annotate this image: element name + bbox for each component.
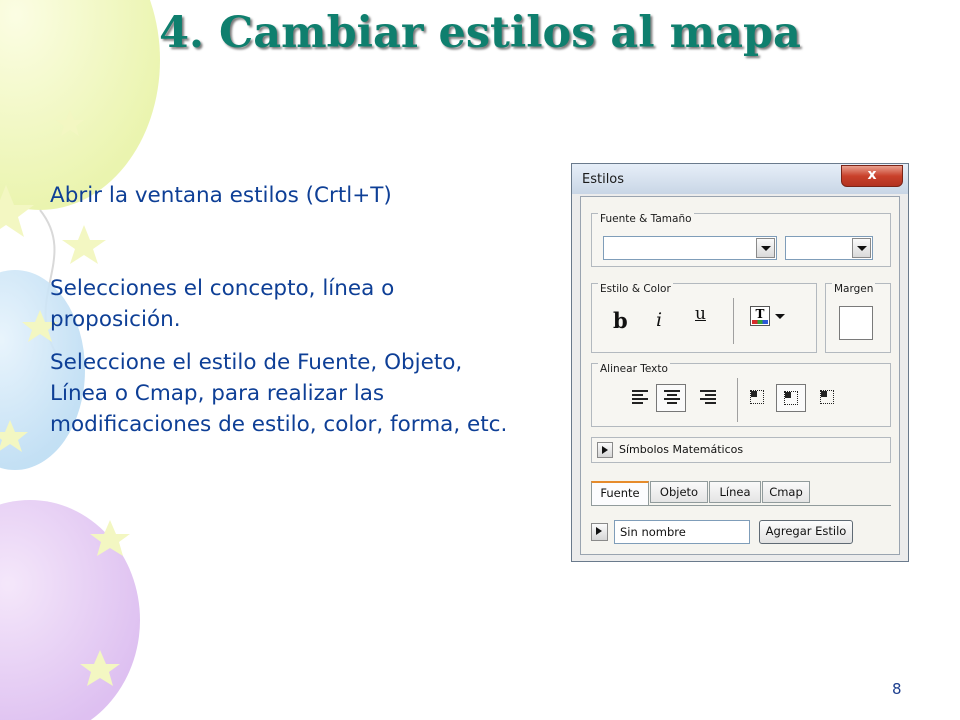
align-left-icon[interactable] bbox=[632, 390, 650, 406]
expand-icon[interactable] bbox=[597, 442, 613, 458]
bullet-list: Abrir la ventana estilos (Crtl+T) Selecc… bbox=[50, 180, 520, 440]
font-family-select[interactable] bbox=[603, 236, 777, 260]
font-size-select[interactable] bbox=[785, 236, 873, 260]
tab-linea[interactable]: Línea bbox=[709, 481, 761, 503]
page-title: 4. Cambiar estilos al mapa bbox=[159, 8, 801, 58]
tab-panel-border bbox=[591, 505, 891, 506]
margin-group-label: Margen bbox=[832, 283, 876, 295]
text-color-icon: T bbox=[750, 306, 770, 326]
align-text-group-label: Alinear Texto bbox=[598, 363, 670, 375]
close-icon: x bbox=[867, 167, 877, 183]
tab-cmap[interactable]: Cmap bbox=[762, 481, 810, 503]
chevron-down-icon[interactable] bbox=[852, 238, 871, 258]
style-color-group: Estilo & Color b i u T bbox=[591, 283, 817, 353]
toolbar-separator bbox=[737, 378, 738, 422]
chevron-down-icon[interactable] bbox=[756, 238, 775, 258]
align-right-icon[interactable] bbox=[698, 390, 716, 406]
text-color-glyph: T bbox=[755, 307, 765, 321]
tab-fuente[interactable]: Fuente bbox=[591, 481, 649, 506]
bullet-open-styles: Abrir la ventana estilos (Crtl+T) bbox=[50, 183, 392, 208]
bullet-select-concept: Selecciones el concepto, línea o proposi… bbox=[50, 276, 395, 332]
margin-input[interactable] bbox=[839, 306, 873, 340]
valign-bottom-icon[interactable] bbox=[820, 390, 834, 404]
style-name-input[interactable]: Sin nombre bbox=[614, 520, 750, 544]
styles-dialog: Estilos x Fuente & Tamaño Estilo & Color… bbox=[571, 163, 909, 562]
page-number: 8 bbox=[892, 680, 902, 698]
font-size-group: Fuente & Tamaño bbox=[591, 213, 891, 267]
math-symbols-label: Símbolos Matemáticos bbox=[619, 443, 744, 456]
text-color-button[interactable]: T bbox=[750, 306, 790, 330]
tab-objeto[interactable]: Objeto bbox=[650, 481, 708, 503]
chevron-down-icon[interactable] bbox=[775, 314, 785, 319]
bold-button[interactable]: b bbox=[613, 308, 628, 333]
style-color-group-label: Estilo & Color bbox=[598, 283, 673, 295]
align-text-group: Alinear Texto bbox=[591, 363, 891, 427]
math-symbols-bar[interactable]: Símbolos Matemáticos bbox=[591, 437, 891, 463]
dialog-body: Fuente & Tamaño Estilo & Color b i u T M… bbox=[580, 196, 900, 555]
align-center-button[interactable] bbox=[656, 384, 686, 412]
margin-group: Margen bbox=[825, 283, 891, 353]
italic-button[interactable]: i bbox=[656, 309, 662, 331]
valign-middle-button[interactable] bbox=[776, 384, 806, 412]
dialog-title: Estilos bbox=[582, 172, 625, 187]
style-menu-icon[interactable] bbox=[591, 523, 608, 541]
dialog-titlebar[interactable]: Estilos x bbox=[572, 164, 908, 194]
underline-button[interactable]: u bbox=[695, 304, 706, 324]
align-center-icon bbox=[663, 390, 681, 406]
valign-middle-icon bbox=[784, 391, 798, 405]
purple-balloon bbox=[0, 500, 140, 720]
valign-top-icon[interactable] bbox=[750, 390, 764, 404]
add-style-button[interactable]: Agregar Estilo bbox=[759, 520, 853, 544]
toolbar-separator bbox=[733, 298, 734, 344]
font-size-group-label: Fuente & Tamaño bbox=[598, 213, 694, 225]
close-button[interactable]: x bbox=[841, 165, 903, 187]
bullet-select-style: Seleccione el estilo de Fuente, Objeto, … bbox=[50, 350, 508, 437]
